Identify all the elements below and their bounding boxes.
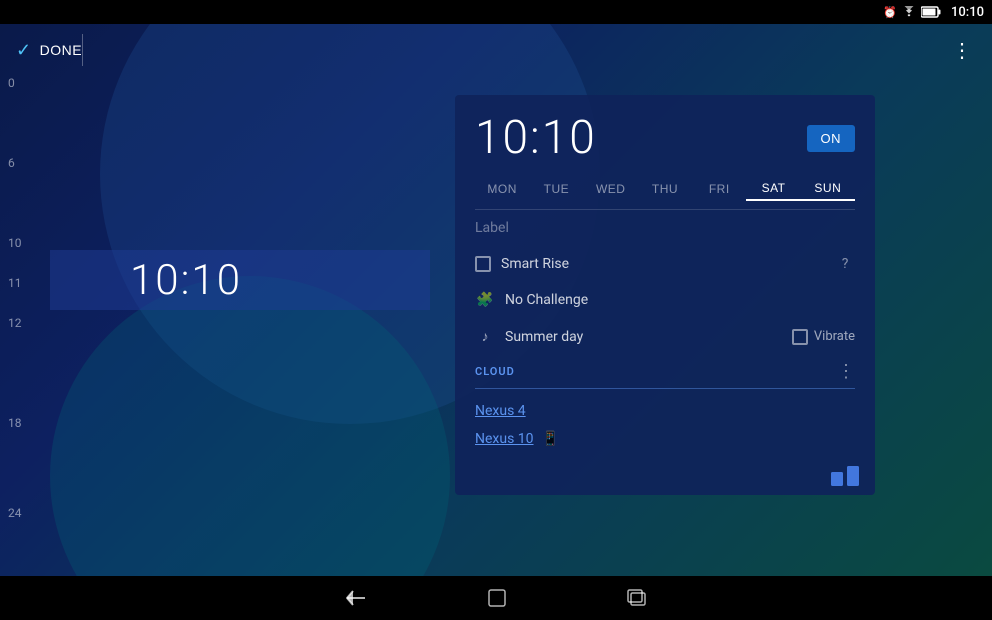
device-nexus4[interactable]: Nexus 4 — [475, 397, 855, 425]
day-thu[interactable]: THU — [638, 178, 692, 200]
nexus10-name[interactable]: Nexus 10 — [475, 431, 534, 447]
nexus4-name[interactable]: Nexus 4 — [475, 403, 526, 419]
alarm-status-icon: ⏰ — [883, 6, 897, 19]
day-sat[interactable]: SAT — [746, 177, 800, 201]
action-bar: ✓ DONE ⋮ — [0, 24, 992, 76]
cloud-label: CLOUD — [475, 365, 515, 378]
time-tick-0: 0 — [8, 76, 15, 90]
alarm-toggle[interactable]: ON — [807, 125, 856, 152]
challenge-row: 🧩 No Challenge — [455, 282, 875, 318]
vibrate-label: Vibrate — [814, 329, 855, 344]
alarm-time[interactable]: 10:10 — [475, 111, 597, 165]
tablet-icon: 📱 — [542, 431, 559, 447]
status-bar: ⏰ 10:10 — [0, 0, 992, 24]
check-icon: ✓ — [16, 40, 32, 61]
time-tick-18: 18 — [8, 416, 22, 430]
challenge-label[interactable]: No Challenge — [505, 292, 855, 308]
wifi-icon — [901, 6, 917, 18]
music-icon: ♪ — [475, 328, 495, 345]
status-time: 10:10 — [951, 5, 984, 20]
day-selector: MON TUE WED THU FRI SAT SUN — [455, 173, 875, 209]
help-icon[interactable]: ? — [835, 256, 855, 272]
cloud-header: CLOUD ⋮ — [475, 361, 855, 382]
time-tick-11: 11 — [8, 276, 22, 290]
time-tick-10: 10 — [8, 236, 22, 250]
smart-rise-row: Smart Rise ? — [455, 246, 875, 282]
day-mon[interactable]: MON — [475, 178, 529, 200]
time-tick-6: 6 — [8, 156, 15, 170]
action-divider — [82, 34, 83, 66]
ringtone-row: ♪ Summer day Vibrate — [455, 318, 875, 355]
nav-bar — [0, 576, 992, 620]
time-ruler: 0 6 10 11 12 18 24 — [0, 76, 50, 576]
label-field[interactable]: Label — [455, 210, 875, 246]
day-fri[interactable]: FRI — [692, 178, 746, 200]
vibrate-checkbox[interactable] — [792, 329, 808, 345]
cloud-divider — [475, 388, 855, 389]
recents-button[interactable] — [627, 589, 647, 607]
cloud-section: CLOUD ⋮ Nexus 4 Nexus 10 📱 — [455, 355, 875, 459]
alarm-card: 10:10 ON MON TUE WED THU FRI SAT SUN Lab… — [455, 95, 875, 495]
time-tick-12: 12 — [8, 316, 22, 330]
day-sun[interactable]: SUN — [801, 177, 855, 201]
done-button[interactable]: ✓ DONE — [16, 40, 82, 61]
puzzle-icon: 🧩 — [475, 292, 495, 308]
done-label: DONE — [40, 42, 82, 58]
day-tue[interactable]: TUE — [529, 178, 583, 200]
day-wed[interactable]: WED — [584, 178, 638, 200]
current-time-block: 10:10 — [50, 250, 430, 310]
alarm-header: 10:10 ON — [455, 95, 875, 173]
status-icons: ⏰ 10:10 — [883, 5, 984, 20]
current-time-display: 10:10 — [130, 256, 242, 305]
home-button[interactable] — [487, 588, 507, 608]
smart-rise-checkbox[interactable] — [475, 256, 491, 272]
battery-icon — [921, 6, 941, 18]
device-nexus10[interactable]: Nexus 10 📱 — [475, 425, 855, 453]
cloud-more-button[interactable]: ⋮ — [837, 361, 855, 382]
ringtone-label[interactable]: Summer day — [505, 329, 782, 345]
brand-logo — [831, 466, 859, 491]
more-options-button[interactable]: ⋮ — [948, 34, 976, 67]
back-button[interactable] — [345, 589, 367, 607]
smart-rise-label: Smart Rise — [501, 256, 825, 272]
time-tick-24: 24 — [8, 506, 22, 520]
